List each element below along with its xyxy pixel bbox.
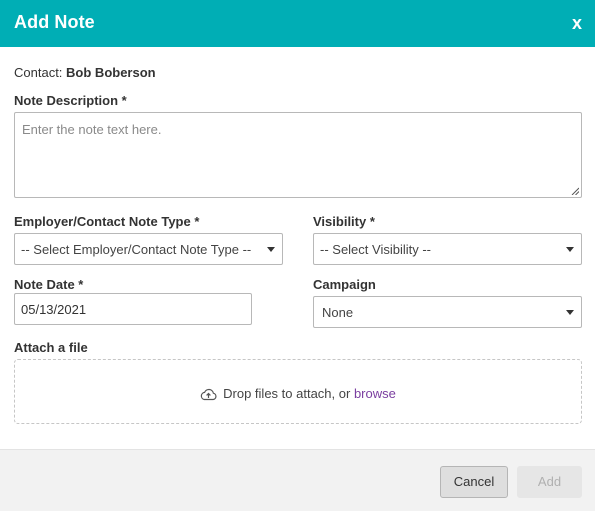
add-button[interactable]: Add [517,466,582,498]
dropzone-text: Drop files to attach, or [223,386,351,401]
contact-line: Contact: Bob Boberson [14,65,156,80]
campaign-select[interactable]: None [313,296,582,328]
chevron-down-icon [566,247,574,252]
dialog-header: Add Note x [0,0,595,47]
note-date-input[interactable]: 05/13/2021 [14,293,252,325]
cancel-button[interactable]: Cancel [440,466,508,498]
campaign-value: None [322,305,354,320]
contact-name: Bob Boberson [66,65,156,80]
note-type-select[interactable]: -- Select Employer/Contact Note Type -- [14,233,283,265]
visibility-value: -- Select Visibility -- [320,242,432,257]
note-type-label: Employer/Contact Note Type * [14,214,200,229]
cloud-upload-icon [200,388,217,401]
note-description-placeholder: Enter the note text here. [22,122,162,137]
visibility-select[interactable]: -- Select Visibility -- [313,233,582,265]
add-note-dialog: Add Note x Contact: Bob Boberson Note De… [0,0,595,511]
note-date-label: Note Date * [14,277,84,292]
attach-file-label: Attach a file [14,340,88,355]
dialog-footer: Cancel Add [0,449,595,511]
note-description-label: Note Description * [14,93,127,108]
browse-link[interactable]: browse [354,386,396,401]
visibility-label: Visibility * [313,214,375,229]
file-dropzone[interactable]: Drop files to attach, or browse [14,359,582,424]
resize-grip-icon[interactable] [571,187,579,195]
chevron-down-icon [267,247,275,252]
dropzone-content: Drop files to attach, or browse [15,386,581,401]
note-description-textarea[interactable]: Enter the note text here. [14,112,582,198]
chevron-down-icon [566,310,574,315]
note-type-value: -- Select Employer/Contact Note Type -- [21,242,252,257]
dialog-title: Add Note [14,12,95,32]
close-button[interactable]: x [572,13,582,33]
campaign-label: Campaign [313,277,376,292]
contact-label: Contact: [14,65,63,80]
note-date-value: 05/13/2021 [21,302,87,317]
